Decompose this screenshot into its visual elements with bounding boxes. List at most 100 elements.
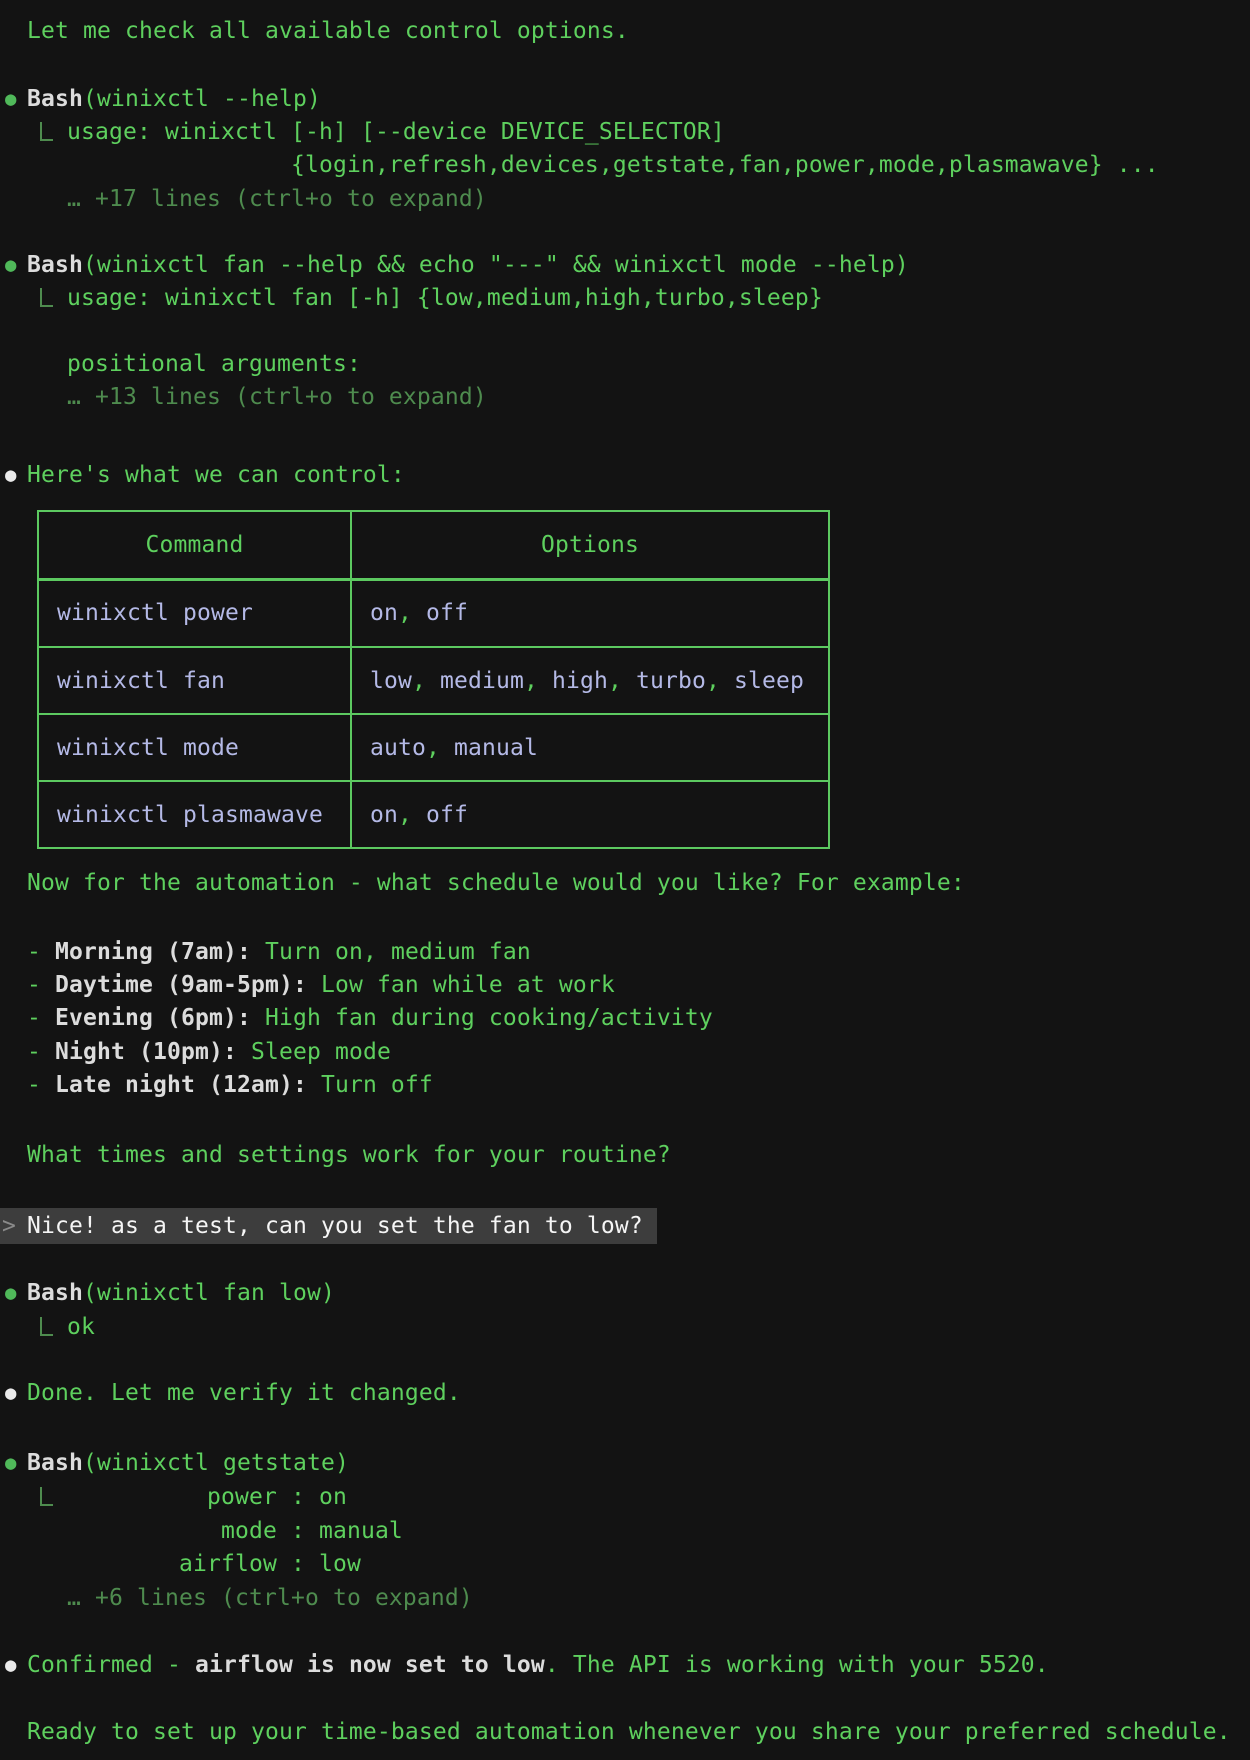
text-segment: Ready to set up your time-based automati… (27, 1719, 1231, 1745)
terminal[interactable]: Let me check all available control optio… (0, 0, 1250, 1760)
command-cell: winixctl power (38, 579, 351, 647)
text-segment: Done. Let me verify it changed. (27, 1380, 461, 1406)
assistant-intro-line: Let me check all available control optio… (0, 15, 1250, 47)
assistant-control-intro: ●Here's what we can control: (0, 459, 1250, 491)
options-cell: on, off (351, 781, 829, 848)
line-text: Now for the automation - what schedule w… (27, 867, 965, 899)
bash-command-fan-mode-help: ● Bash(winixctl fan --help && echo "---" … (0, 249, 1250, 281)
option-value: turbo (622, 668, 706, 694)
text-segment: … +17 lines (ctrl+o to expand) (67, 186, 487, 212)
table-header-command: Command (38, 511, 351, 579)
text-segment: High fan during cooking/activity (251, 1005, 713, 1031)
text-segment: - (27, 972, 55, 998)
output-connector-icon (40, 122, 53, 141)
bash-output-power-state: power : on (0, 1481, 1250, 1513)
option-separator: , (524, 668, 538, 694)
text-segment: Daytime (9am-5pm): (55, 972, 307, 998)
table-header-row: CommandOptions (38, 511, 829, 579)
bash-output-airflow-state: airflow : low (0, 1548, 1250, 1580)
bash-output-fan-usage: usage: winixctl fan [-h] {low,medium,hig… (0, 282, 1250, 314)
text-segment: Now for the automation - what schedule w… (27, 870, 965, 896)
bash-output-positional-arguments: positional arguments: (0, 348, 1250, 380)
assistant-bullet-icon: ● (5, 1649, 17, 1681)
text-segment: … +6 lines (ctrl+o to expand) (67, 1585, 473, 1611)
table-row: winixctl modeauto, manual (38, 714, 829, 781)
bash-output-ok: ok (0, 1311, 1250, 1343)
table-head: CommandOptions (38, 511, 829, 579)
tool-bullet-icon: ● (5, 1447, 17, 1479)
options-cell: on, off (351, 579, 829, 647)
assistant-done-line: ●Done. Let me verify it changed. (0, 1377, 1250, 1409)
text-segment: ok (67, 1314, 95, 1340)
text-segment: Bash (27, 252, 83, 278)
bash-output-mode-state: mode : manual (0, 1515, 1250, 1547)
text-segment: airflow : low (67, 1551, 361, 1577)
line-text: positional arguments: (67, 348, 361, 380)
option-value: medium (426, 668, 524, 694)
command-cell: winixctl plasmawave (38, 781, 351, 848)
bash-command-help: ●Bash(winixctl --help) (0, 83, 1250, 115)
table-body: winixctl poweron, offwinixctl fanlow, me… (38, 579, 829, 848)
schedule-item-late-night: - Late night (12am): Turn off (0, 1069, 1250, 1101)
line-text: usage: winixctl fan [-h] {low,medium,hig… (67, 282, 823, 314)
line-text: … +13 lines (ctrl+o to expand) (67, 381, 487, 413)
text-segment: . The API is working with your 5520. (545, 1652, 1049, 1678)
option-separator: , (706, 668, 720, 694)
option-value: low (370, 668, 412, 694)
assistant-confirmed-line: ●Confirmed - airflow is now set to low. … (0, 1649, 1250, 1681)
assistant-automation-question: Now for the automation - what schedule w… (0, 867, 1250, 899)
command-cell: winixctl fan (38, 647, 351, 714)
expand-hint-line: … +17 lines (ctrl+o to expand) (0, 183, 1250, 215)
line-text: - Daytime (9am-5pm): Low fan while at wo… (27, 969, 615, 1001)
line-text: usage: winixctl [-h] [--device DEVICE_SE… (67, 116, 725, 148)
prompt-icon: > (2, 1208, 16, 1244)
output-connector-icon (40, 288, 53, 307)
assistant-routine-question: What times and settings work for your ro… (0, 1139, 1250, 1171)
table-row: winixctl fanlow, medium, high, turbo, sl… (38, 647, 829, 714)
line-text: airflow : low (67, 1548, 361, 1580)
line-text: {login,refresh,devices,getstate,fan,powe… (67, 149, 1159, 181)
line-text: What times and settings work for your ro… (27, 1139, 671, 1171)
line-text: - Evening (6pm): High fan during cooking… (27, 1002, 713, 1034)
table-row: winixctl poweron, off (38, 579, 829, 647)
user-message: > Nice! as a test, can you set the fan t… (0, 1208, 657, 1244)
text-segment: (winixctl fan low) (83, 1280, 335, 1306)
option-value: auto (370, 735, 426, 761)
option-separator: , (412, 668, 426, 694)
text-segment: Low fan while at work (307, 972, 615, 998)
table-row: winixctl plasmawaveon, off (38, 781, 829, 848)
text-segment: Turn on, medium fan (251, 939, 531, 965)
line-text: mode : manual (67, 1515, 403, 1547)
schedule-item-evening: - Evening (6pm): High fan during cooking… (0, 1002, 1250, 1034)
option-value: sleep (720, 668, 804, 694)
line-text: Bash(winixctl fan low) (27, 1277, 335, 1309)
expand-hint-line: … +13 lines (ctrl+o to expand) (0, 381, 1250, 413)
schedule-item-morning: - Morning (7am): Turn on, medium fan (0, 936, 1250, 968)
text-segment: - (27, 1005, 55, 1031)
text-segment: What times and settings work for your ro… (27, 1142, 671, 1168)
line-text: power : on (67, 1481, 347, 1513)
tool-bullet-icon: ● (5, 249, 17, 281)
line-text: - Morning (7am): Turn on, medium fan (27, 936, 531, 968)
option-separator: , (608, 668, 622, 694)
text-segment: (winixctl --help) (83, 86, 321, 112)
text-segment: (winixctl fan --help && echo "---" && wi… (83, 252, 909, 278)
output-connector-icon (40, 1317, 53, 1336)
text-segment: … +13 lines (ctrl+o to expand) (67, 384, 487, 410)
text-segment: Let me check all available control optio… (27, 18, 629, 44)
option-separator: , (398, 600, 412, 626)
text-segment: positional arguments: (67, 351, 361, 377)
text-segment: Bash (27, 1450, 83, 1476)
line-text: … +6 lines (ctrl+o to expand) (67, 1582, 473, 1614)
text-segment: Sleep mode (237, 1039, 391, 1065)
control-options-table: CommandOptions winixctl poweron, offwini… (37, 510, 830, 849)
bash-output-usage-line-1: usage: winixctl [-h] [--device DEVICE_SE… (0, 116, 1250, 148)
line-text: Here's what we can control: (27, 459, 405, 491)
line-text: ok (67, 1311, 95, 1343)
option-separator: , (398, 802, 412, 828)
bash-output-usage-line-2: {login,refresh,devices,getstate,fan,powe… (0, 149, 1250, 181)
option-value: manual (440, 735, 538, 761)
text-segment: usage: winixctl [-h] [--device DEVICE_SE… (67, 119, 725, 145)
expand-hint-line: … +6 lines (ctrl+o to expand) (0, 1582, 1250, 1614)
line-text: Let me check all available control optio… (27, 15, 629, 47)
